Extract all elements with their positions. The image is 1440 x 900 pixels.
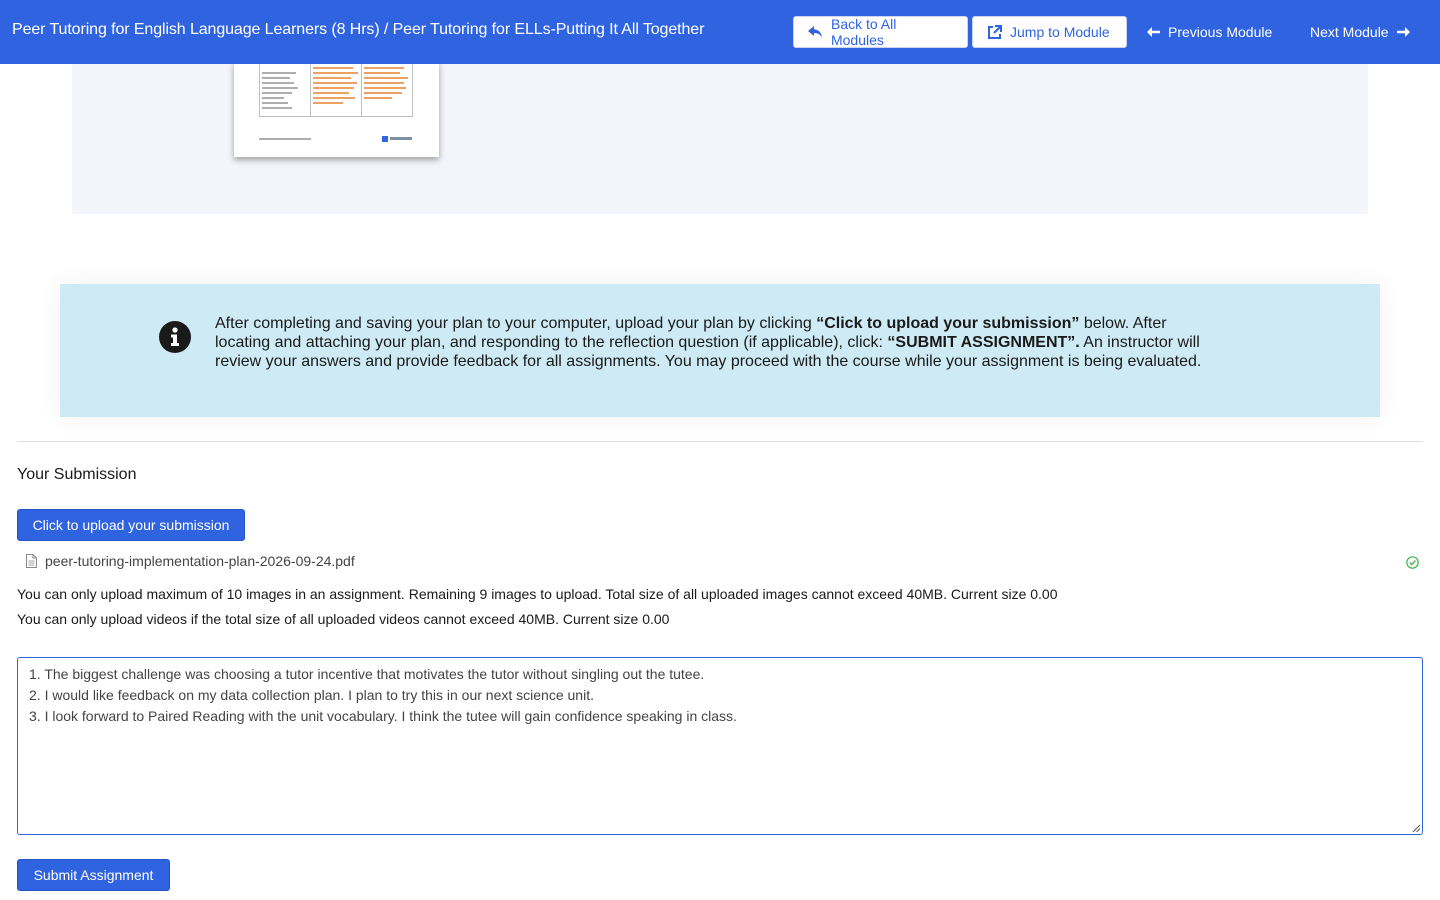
resize-handle-icon[interactable]: [1412, 824, 1420, 832]
section-divider: [17, 441, 1423, 442]
uploaded-file-row: peer-tutoring-implementation-plan-2026-0…: [17, 552, 1423, 572]
arrow-left-icon: [1147, 27, 1160, 37]
instructions-callout: After completing and saving your plan to…: [60, 284, 1380, 417]
reflection-answer-textarea[interactable]: 1. The biggest challenge was choosing a …: [17, 657, 1423, 835]
submission-title: Your Submission: [17, 466, 137, 483]
check-circle-icon: [1406, 556, 1419, 569]
image-limit-note: You can only upload maximum of 10 images…: [17, 586, 1058, 602]
previous-module-label: Previous Module: [1168, 24, 1273, 40]
instructions-submit-reference: “SUBMIT ASSIGNMENT”.: [887, 334, 1080, 351]
answer-line: 3. I look forward to Paired Reading with…: [29, 708, 737, 724]
breadcrumb: Peer Tutoring for English Language Learn…: [12, 21, 705, 38]
submit-assignment-button[interactable]: Submit Assignment: [17, 859, 170, 891]
uploaded-file-name[interactable]: peer-tutoring-implementation-plan-2026-0…: [45, 553, 355, 569]
instructions-upload-reference: “Click to upload your submission”: [816, 315, 1080, 332]
video-limit-note: You can only upload videos if the total …: [17, 611, 670, 627]
document-thumbnail: [234, 60, 439, 157]
jump-to-module-button[interactable]: Jump to Module: [972, 16, 1127, 48]
answer-line: 2. I would like feedback on my data coll…: [29, 687, 594, 703]
publisher-logo-icon: [382, 136, 412, 142]
jump-to-module-label: Jump to Module: [1010, 24, 1110, 40]
instructions-text: After completing and saving your plan to…: [215, 314, 1225, 371]
answer-line: 1. The biggest challenge was choosing a …: [29, 666, 705, 682]
next-module-label: Next Module: [1310, 24, 1389, 40]
top-navigation-bar: Peer Tutoring for English Language Learn…: [0, 0, 1440, 64]
document-preview-panel: [72, 60, 1368, 214]
arrow-right-icon: [1396, 27, 1410, 37]
previous-module-link[interactable]: Previous Module: [1147, 16, 1272, 48]
external-link-icon: [988, 24, 1002, 39]
upload-submission-button[interactable]: Click to upload your submission: [17, 509, 245, 541]
next-module-link[interactable]: Next Module: [1310, 16, 1410, 48]
info-circle-icon: [159, 321, 191, 353]
back-to-all-modules-button[interactable]: Back to All Modules: [793, 16, 968, 48]
instructions-text-part: After completing and saving your plan to…: [215, 315, 817, 332]
back-to-all-modules-label: Back to All Modules: [830, 16, 897, 48]
reply-arrow-icon: [808, 25, 822, 38]
file-icon: [26, 554, 37, 568]
